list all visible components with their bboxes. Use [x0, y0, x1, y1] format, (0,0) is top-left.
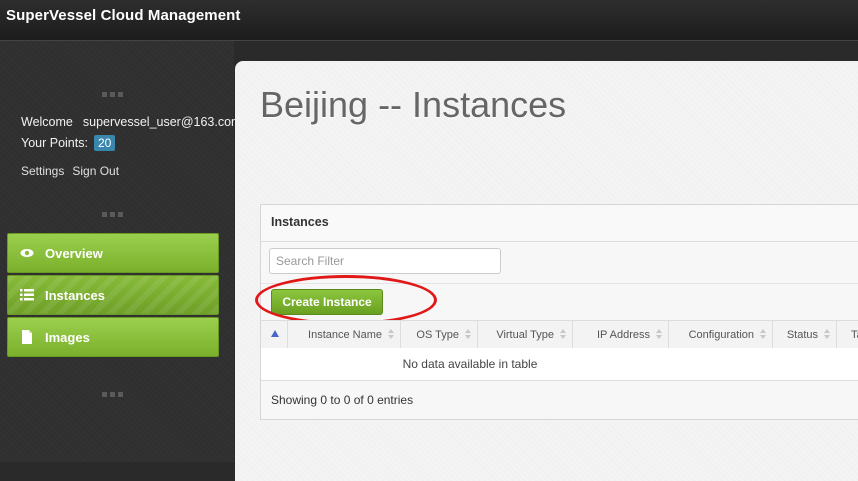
column-header-configuration[interactable]: Configuration — [669, 321, 773, 349]
column-header-os-type[interactable]: OS Type — [401, 321, 478, 349]
sort-icon — [465, 329, 472, 341]
sort-icon — [388, 329, 395, 341]
page-title: Beijing -- Instances — [260, 84, 567, 125]
column-header-label: Instance Name — [308, 329, 382, 341]
empty-table-message: No data available in table — [261, 348, 858, 381]
username: supervessel_user@163.com — [82, 115, 242, 129]
column-header-label: Configuration — [688, 329, 754, 341]
sort-icon — [560, 329, 567, 341]
search-row — [261, 241, 858, 284]
column-header-status[interactable]: Status — [773, 321, 837, 349]
sort-icon — [824, 329, 831, 341]
sidebar-item-images[interactable]: Images — [7, 317, 219, 357]
create-instance-button[interactable]: Create Instance — [271, 289, 383, 315]
top-bar: SuperVessel Cloud Management — [0, 0, 858, 41]
column-header-instance-name[interactable]: Instance Name — [288, 321, 401, 349]
sidebar-item-overview[interactable]: Overview — [7, 233, 219, 273]
column-header-label: OS Type — [416, 329, 459, 341]
points-row: Your Points: 20 — [21, 135, 116, 151]
column-sort-indicator[interactable] — [261, 321, 288, 349]
points-label: Your Points: — [21, 136, 88, 150]
sidebar-item-label: Overview — [45, 246, 103, 261]
divider-grip — [102, 382, 132, 397]
table-info: Showing 0 to 0 of 0 entries — [271, 393, 414, 407]
sidebar-nav: Overview Instances Images — [7, 233, 219, 359]
column-header-label: Ta — [851, 329, 858, 341]
settings-link[interactable]: Settings — [21, 164, 64, 178]
sort-ascending-icon — [271, 330, 279, 337]
welcome-label: Welcome — [21, 115, 73, 129]
sidebar-item-label: Instances — [45, 288, 105, 303]
divider-grip — [102, 202, 132, 217]
column-header-ip-address[interactable]: IP Address — [573, 321, 669, 349]
sidebar-item-instances[interactable]: Instances — [7, 275, 219, 315]
instances-panel: Instances Create Instance Instance Name … — [255, 204, 858, 420]
app-title[interactable]: SuperVessel Cloud Management — [6, 7, 241, 24]
sidebar-item-label: Images — [45, 330, 90, 345]
points-badge: 20 — [93, 135, 116, 151]
list-icon — [20, 289, 34, 301]
sort-icon — [760, 329, 767, 341]
column-header-tags[interactable]: Ta — [837, 321, 858, 349]
sidebar: Welcome supervessel_user@163.com Your Poi… — [0, 41, 241, 462]
search-input[interactable] — [269, 248, 501, 274]
main-content: Beijing -- Instances Instances Create In… — [235, 61, 858, 481]
column-header-label: Virtual Type — [496, 329, 554, 341]
column-header-label: IP Address — [597, 329, 650, 341]
column-header-label: Status — [786, 329, 818, 341]
welcome-text: Welcome supervessel_user@163.com — [21, 115, 241, 129]
table-header: Instance Name OS Type Virtual Type IP Ad… — [261, 320, 858, 350]
divider-grip — [102, 82, 132, 97]
document-icon — [22, 330, 32, 344]
account-links: Settings Sign Out — [21, 164, 127, 178]
column-header-virtual-type[interactable]: Virtual Type — [478, 321, 573, 349]
sign-out-link[interactable]: Sign Out — [72, 164, 119, 178]
sort-icon — [656, 329, 663, 341]
eye-icon — [20, 249, 34, 257]
panel-title: Instances — [261, 205, 858, 242]
toolbar: Create Instance — [255, 275, 858, 325]
